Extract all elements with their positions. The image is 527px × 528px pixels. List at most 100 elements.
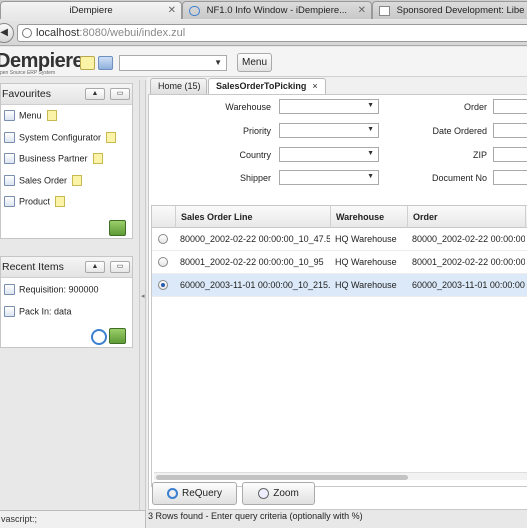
priority-select[interactable]: ▼: [279, 123, 379, 138]
search-combobox[interactable]: ▼: [119, 55, 227, 71]
shipper-select[interactable]: ▼: [279, 170, 379, 185]
browser-toolbar: ◀ localhost:8080/webui/index.zul: [0, 20, 527, 46]
cell-order: 60000_2003-11-01 00:00:00: [412, 280, 525, 290]
country-label: Country: [239, 150, 271, 160]
info-window-content: Warehouse ▼ Priority ▼ Country ▼ Shipper…: [148, 94, 527, 521]
note-icon: [92, 153, 103, 165]
favourite-item-system-configurator[interactable]: System Configurator: [4, 132, 117, 146]
refresh-icon[interactable]: [91, 329, 107, 345]
favourite-label: Business Partner: [19, 153, 88, 164]
close-icon[interactable]: ✕: [168, 2, 176, 19]
favourites-title: Favourites: [2, 88, 52, 100]
recent-item-requisition[interactable]: Requisition: 900000: [4, 284, 99, 298]
url-path: :8080/webui/index.zul: [79, 27, 186, 39]
requery-button[interactable]: ReQuery: [152, 482, 237, 505]
status-message: 3 Rows found - Enter query criteria (opt…: [148, 511, 363, 521]
browser-tab-info-window[interactable]: NF1.0 Info Window - iDempiere... ✕: [182, 1, 372, 19]
browser-status-bar: vascript:;: [0, 510, 146, 528]
column-header-sales-order-line[interactable]: Sales Order Line: [175, 206, 330, 228]
globe-icon: [22, 28, 32, 39]
back-button[interactable]: ◀: [0, 23, 14, 43]
tab-home[interactable]: Home (15): [150, 78, 207, 95]
order-input[interactable]: [493, 99, 527, 114]
chevron-down-icon: ▼: [367, 126, 374, 133]
favourite-label: Sales Order: [19, 175, 68, 186]
zoom-label: Zoom: [273, 488, 299, 499]
column-header-warehouse[interactable]: Warehouse: [330, 206, 407, 228]
window-icon: [4, 110, 15, 122]
cell-warehouse: HQ Warehouse: [335, 257, 397, 267]
cell-order: 80000_2002-02-22 00:00:00: [412, 234, 525, 244]
requery-icon: [166, 488, 178, 499]
order-label: Order: [463, 102, 487, 112]
favourites-panel: Favourites ▲ ▭ Menu System Configurator …: [0, 83, 133, 239]
browser-tab-sponsored[interactable]: Sponsored Development: Libe: [372, 1, 527, 19]
trash-icon[interactable]: [109, 328, 126, 344]
browser-tab-bar: iDempiere ✕ NF1.0 Info Window - iDempier…: [0, 0, 527, 19]
favourite-item-menu[interactable]: Menu: [4, 110, 57, 124]
date-ordered-input[interactable]: [493, 123, 527, 138]
recent-item-label: Requisition: 900000: [19, 284, 99, 295]
browser-tab-idempiere[interactable]: iDempiere ✕: [0, 1, 182, 19]
column-header-order[interactable]: Order: [407, 206, 525, 228]
address-bar[interactable]: localhost:8080/webui/index.zul: [17, 24, 527, 42]
country-select[interactable]: ▼: [279, 147, 379, 162]
tab-sales-order-to-picking[interactable]: SalesOrderToPicking ×: [208, 78, 326, 95]
row-radio-selected[interactable]: [158, 280, 168, 290]
favourite-item-product[interactable]: Product: [4, 196, 66, 210]
cell-sales-order-line: 80000_2002-02-22 00:00:00_10_47.5: [180, 234, 330, 244]
recent-item-pack-in[interactable]: Pack In: data: [4, 306, 72, 320]
window-icon: [4, 175, 15, 187]
window-icon: [4, 196, 15, 208]
results-grid: Sales Order Line Warehouse Order ( 80000…: [151, 205, 527, 487]
note-icon: [55, 196, 66, 208]
maximize-button[interactable]: ▭: [110, 261, 130, 273]
url-host: localhost: [36, 27, 80, 39]
cell-warehouse: HQ Warehouse: [335, 280, 397, 290]
close-icon[interactable]: ✕: [358, 2, 366, 19]
window-icon: [4, 132, 15, 144]
zip-label: ZIP: [472, 150, 487, 160]
warehouse-label: Warehouse: [225, 102, 271, 112]
warehouse-select[interactable]: ▼: [279, 99, 379, 114]
row-radio[interactable]: [158, 257, 168, 267]
favourites-header: Favourites ▲ ▭: [1, 84, 132, 105]
zoom-button[interactable]: Zoom: [242, 482, 315, 505]
menu-button[interactable]: Menu: [237, 53, 272, 72]
new-note-icon[interactable]: [80, 56, 95, 70]
cell-sales-order-line: 80001_2002-02-22 00:00:00_10_95: [180, 257, 324, 267]
date-ordered-label: Date Ordered: [432, 126, 487, 136]
zip-input[interactable]: [493, 147, 527, 162]
logo-subtitle: pen Source ERP System: [0, 70, 56, 76]
document-no-label: Document No: [431, 173, 487, 183]
browser-tab-label: Sponsored Development: Libe: [396, 5, 525, 16]
note-icon: [72, 175, 83, 187]
browser-tab-label: NF1.0 Info Window - iDempiere...: [206, 5, 348, 16]
collapse-button[interactable]: ▲: [85, 261, 105, 273]
browser-tab-label: iDempiere: [69, 5, 113, 16]
maximize-button[interactable]: ▭: [110, 88, 130, 100]
collapse-arrow-icon[interactable]: ◂: [141, 292, 145, 300]
table-row-selected[interactable]: 60000_2003-11-01 00:00:00_10_215.9 HQ Wa…: [152, 274, 527, 297]
scrollbar-thumb[interactable]: [156, 475, 408, 480]
close-icon[interactable]: ×: [312, 81, 317, 91]
window-icon[interactable]: [98, 56, 113, 70]
cell-sales-order-line: 60000_2003-11-01 00:00:00_10_215.9: [180, 280, 330, 290]
window-icon: [4, 153, 15, 165]
favourite-item-business-partner[interactable]: Business Partner: [4, 153, 103, 167]
favourite-label: System Configurator: [19, 132, 102, 143]
grid-header: Sales Order Line Warehouse Order (: [152, 206, 527, 228]
document-no-input[interactable]: [493, 170, 527, 185]
recent-items-panel: Recent Items ▲ ▭ Requisition: 900000 Pac…: [0, 256, 133, 348]
trash-icon[interactable]: [109, 220, 126, 236]
favourite-item-sales-order[interactable]: Sales Order: [4, 175, 83, 189]
collapse-button[interactable]: ▲: [85, 88, 105, 100]
row-radio[interactable]: [158, 234, 168, 244]
table-row[interactable]: 80001_2002-02-22 00:00:00_10_95 HQ Wareh…: [152, 251, 527, 274]
horizontal-scrollbar[interactable]: [154, 472, 527, 480]
recent-items-header: Recent Items ▲ ▭: [1, 257, 132, 278]
panel-splitter[interactable]: ◂: [139, 80, 146, 510]
note-icon: [46, 110, 57, 122]
priority-label: Priority: [242, 126, 271, 136]
table-row[interactable]: 80000_2002-02-22 00:00:00_10_47.5 HQ War…: [152, 228, 527, 251]
